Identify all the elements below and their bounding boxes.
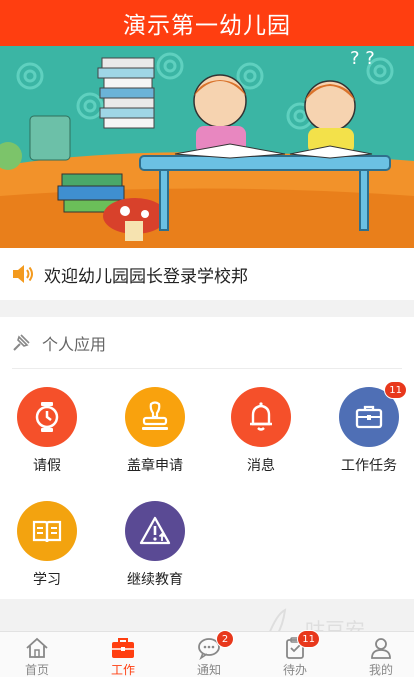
tab-notifications-label: 通知 xyxy=(196,663,221,677)
app-continuing-education[interactable]: 继续教育 xyxy=(110,501,200,601)
work-tasks-badge: 11 xyxy=(384,381,407,399)
user-icon xyxy=(371,638,391,659)
app-work-tasks-label: 工作任务 xyxy=(341,458,397,474)
section-title: 个人应用 xyxy=(42,334,107,354)
briefcase-icon xyxy=(112,638,134,658)
app-continuing-education-circle xyxy=(125,501,185,561)
tab-home-label: 首页 xyxy=(24,663,49,677)
tab-todo-label: 待办 xyxy=(282,663,307,677)
home-icon xyxy=(26,637,48,658)
app-messages-label: 消息 xyxy=(247,458,275,474)
app-leave-label: 请假 xyxy=(33,458,61,474)
bell-icon xyxy=(250,402,272,431)
banner-image[interactable]: ? ? xyxy=(0,46,414,248)
banner-illustration: ? ? xyxy=(0,46,414,248)
app-messages[interactable]: 消息 xyxy=(216,387,306,487)
tab-mine[interactable]: 我的 xyxy=(340,632,414,677)
page-title: 演示第一幼儿园 xyxy=(123,13,291,39)
app-stamp-label: 盖章申请 xyxy=(127,458,183,474)
app-stamp-request[interactable]: 盖章申请 xyxy=(110,387,200,487)
notice-bar[interactable]: 欢迎幼儿园园长登录学校邦 xyxy=(0,248,414,300)
notifications-badge: 2 xyxy=(216,630,234,648)
book-icon xyxy=(32,520,62,543)
app-continuing-education-label: 继续教育 xyxy=(127,572,183,588)
tab-mine-label: 我的 xyxy=(368,663,393,677)
app-leave[interactable]: 请假 xyxy=(2,387,92,487)
speaker-icon xyxy=(13,265,33,283)
tab-home[interactable]: 首页 xyxy=(0,632,78,677)
app-study-label: 学习 xyxy=(33,572,61,588)
app-stamp-circle xyxy=(125,387,185,447)
app-study[interactable]: 学习 xyxy=(2,501,92,601)
title-bar: 演示第一幼儿园 xyxy=(0,0,414,46)
tab-notifications[interactable]: 2 通知 xyxy=(168,630,250,677)
todo-badge: 11 xyxy=(297,630,320,648)
app-work-tasks[interactable]: 11 工作任务 xyxy=(324,381,414,487)
tab-work[interactable]: 工作 xyxy=(82,632,164,677)
notice-text: 欢迎幼儿园园长登录学校邦 xyxy=(44,266,248,287)
app-leave-circle xyxy=(17,387,77,447)
bottom-tab-bar: 首页 工作 2 通知 11 待办 我的 xyxy=(0,630,414,677)
personal-apps-section: 个人应用 请假 盖章申请 消息 11 工作任务 学习 继续教育 xyxy=(0,317,414,599)
app-study-circle xyxy=(17,501,77,561)
stamp-icon xyxy=(142,401,168,430)
clock-icon xyxy=(35,402,59,432)
app-messages-circle xyxy=(231,387,291,447)
svg-text:? ?: ? ? xyxy=(350,48,375,69)
warning-icon xyxy=(139,516,171,545)
tab-todo[interactable]: 11 待办 xyxy=(254,630,336,677)
app-work-tasks-circle: 11 xyxy=(339,381,407,447)
briefcase-icon xyxy=(355,405,383,429)
pin-icon xyxy=(13,333,30,351)
section-header: 个人应用 xyxy=(12,317,402,369)
tab-work-label: 工作 xyxy=(110,663,135,677)
